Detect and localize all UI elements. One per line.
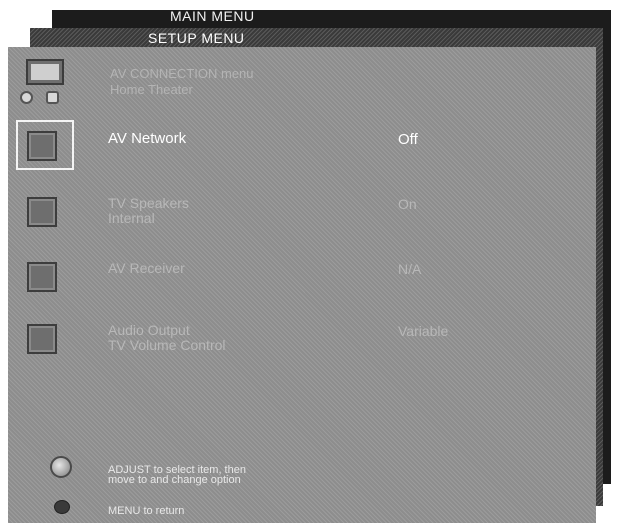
menu-button-icon [54, 500, 70, 514]
audio-output-icon[interactable] [27, 324, 57, 354]
item-av-receiver-value[interactable]: N/A [398, 261, 421, 277]
tv-icon [26, 59, 64, 85]
av-network-icon[interactable] [27, 131, 57, 161]
tv-speakers-icon[interactable] [27, 197, 57, 227]
item-tv-speakers-value[interactable]: On [398, 196, 417, 212]
item-av-network-value[interactable]: Off [398, 131, 418, 148]
item-av-network-label[interactable]: AV Network [108, 131, 186, 146]
adjust-hint-line2: move to and change option [108, 474, 241, 486]
tv-menu-screen: MAIN MENU SETUP MENU AV CONNECTION menu … [0, 0, 617, 523]
speaker-icon [20, 91, 33, 104]
item-audio-output-label[interactable]: Audio Output [108, 323, 190, 338]
av-receiver-icon[interactable] [27, 262, 57, 292]
main-menu-title[interactable]: MAIN MENU [170, 8, 255, 24]
av-connection-panel [8, 47, 596, 523]
menu-return-hint: MENU to return [108, 505, 185, 517]
item-audio-output-value[interactable]: Variable [398, 323, 448, 339]
setup-menu-title[interactable]: SETUP MENU [148, 30, 245, 46]
receiver-icon [46, 91, 59, 104]
dial-icon [50, 456, 72, 478]
item-av-receiver-label[interactable]: AV Receiver [108, 261, 185, 276]
menu-heading: AV CONNECTION menu [110, 66, 254, 81]
menu-subheading: Home Theater [110, 82, 193, 97]
item-tv-speakers-label[interactable]: TV Speakers [108, 196, 189, 211]
item-tv-speakers-sublabel: Internal [108, 210, 155, 226]
item-audio-output-sublabel: TV Volume Control [108, 337, 226, 353]
